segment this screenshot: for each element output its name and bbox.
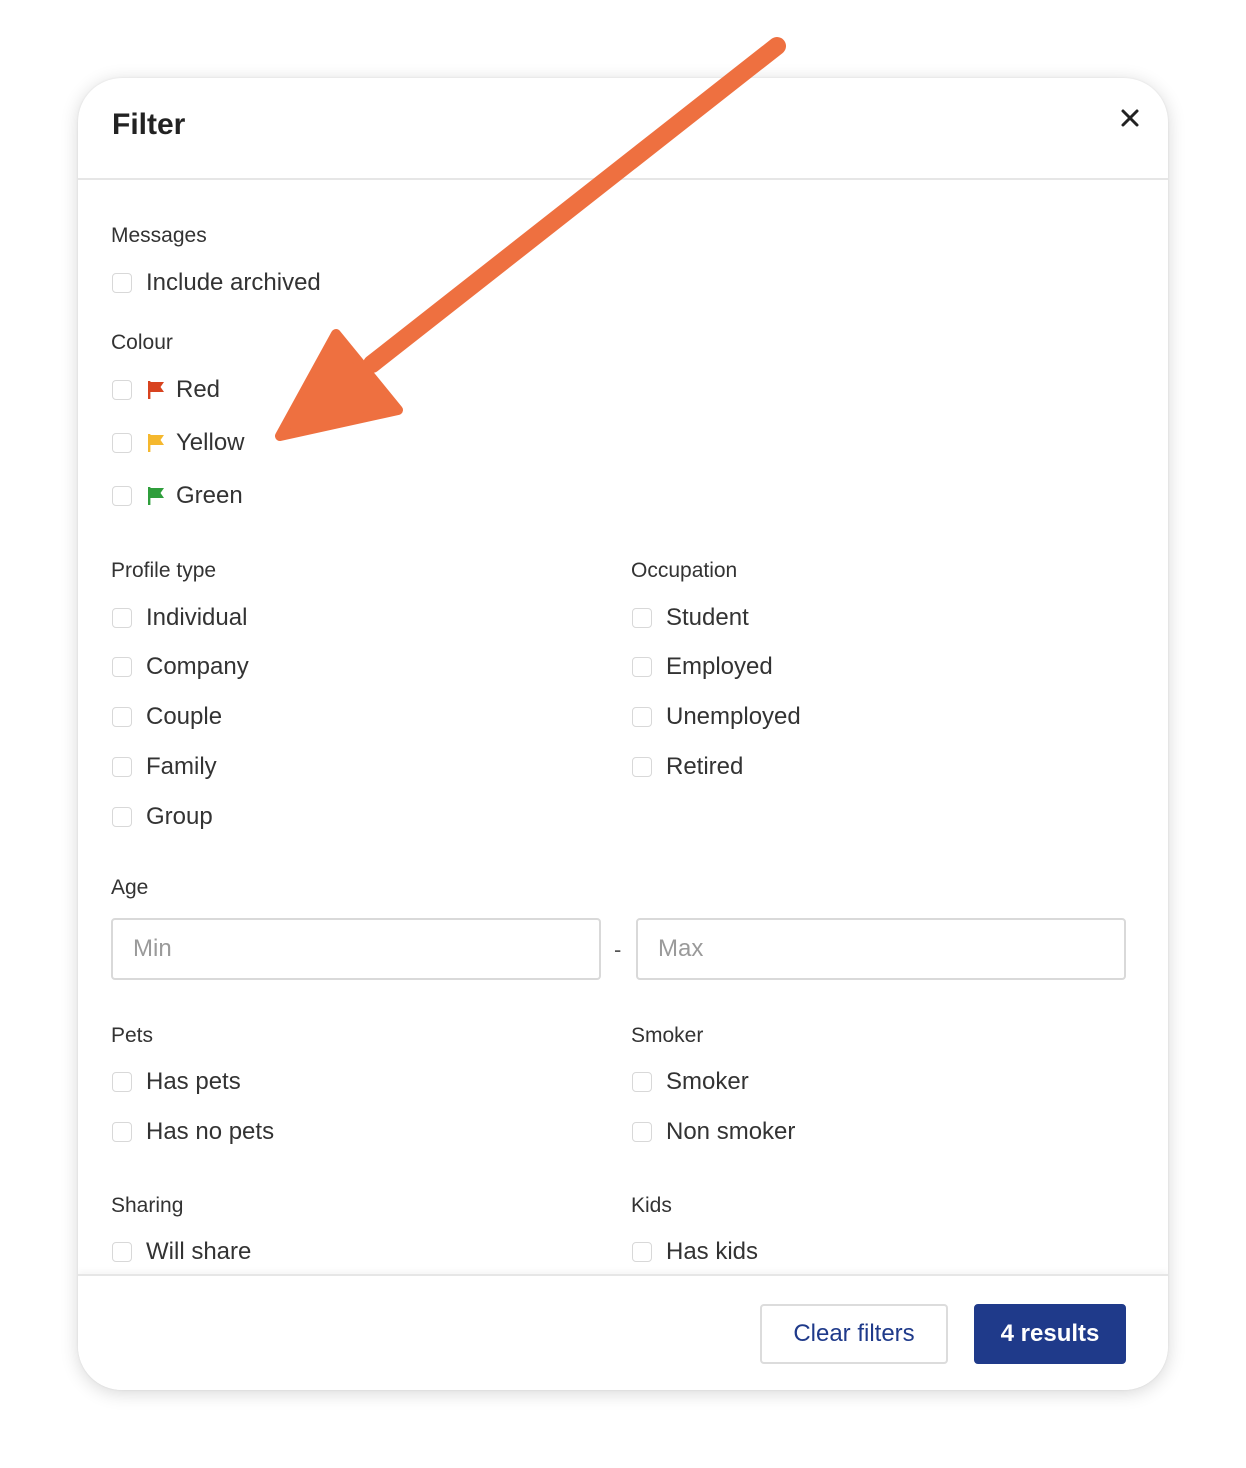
checkbox-box[interactable]	[112, 486, 132, 506]
checkbox-label: Couple	[146, 703, 223, 730]
checkbox-occupation-retired[interactable]: Retired	[632, 752, 743, 782]
close-button[interactable]	[1114, 102, 1146, 134]
checkbox-box[interactable]	[112, 380, 132, 400]
age-max-input[interactable]	[636, 918, 1126, 980]
checkbox-label: Family	[146, 753, 217, 780]
checkbox-colour-red[interactable]: Red	[112, 375, 220, 405]
checkbox-label: Non smoker	[666, 1118, 796, 1145]
checkbox-box[interactable]	[632, 1122, 652, 1142]
checkbox-box[interactable]	[112, 757, 132, 777]
checkbox-label: Employed	[666, 653, 773, 680]
checkbox-box[interactable]	[632, 657, 652, 677]
checkbox-has-pets[interactable]: Has pets	[112, 1067, 241, 1097]
checkbox-profile-company[interactable]: Company	[112, 652, 249, 682]
section-label-pets: Pets	[111, 1024, 154, 1047]
checkbox-box[interactable]	[112, 707, 132, 727]
checkbox-box[interactable]	[112, 807, 132, 827]
section-label-profile-type: Profile type	[111, 559, 217, 582]
checkbox-colour-yellow[interactable]: Yellow	[112, 428, 245, 458]
checkbox-has-kids[interactable]: Has kids	[632, 1237, 758, 1267]
filter-modal: Filter Messages Include archived Colour …	[78, 78, 1168, 1390]
checkbox-label: Unemployed	[666, 703, 801, 730]
results-button[interactable]: 4 results	[974, 1304, 1126, 1364]
checkbox-will-share[interactable]: Will share	[112, 1237, 251, 1267]
checkbox-label: Will share	[146, 1238, 252, 1265]
checkbox-box[interactable]	[632, 1072, 652, 1092]
checkbox-label: Smoker	[666, 1068, 749, 1095]
checkbox-box[interactable]	[112, 1122, 132, 1142]
modal-body[interactable]: Messages Include archived Colour Red Yel…	[78, 180, 1168, 1274]
checkbox-label: Individual	[146, 604, 248, 631]
section-label-smoker: Smoker	[631, 1024, 704, 1047]
checkbox-occupation-employed[interactable]: Employed	[632, 652, 773, 682]
checkbox-box[interactable]	[112, 273, 132, 293]
close-icon	[1121, 109, 1139, 127]
checkbox-occupation-unemployed[interactable]: Unemployed	[632, 702, 801, 732]
checkbox-label: Group	[146, 803, 213, 830]
section-label-sharing: Sharing	[111, 1194, 184, 1217]
green-flag-icon	[148, 487, 164, 505]
red-flag-icon	[148, 381, 164, 399]
clear-filters-button[interactable]: Clear filters	[760, 1304, 948, 1364]
checkbox-occupation-student[interactable]: Student	[632, 603, 749, 633]
checkbox-non-smoker[interactable]: Non smoker	[632, 1117, 795, 1147]
checkbox-box[interactable]	[112, 608, 132, 628]
checkbox-box[interactable]	[632, 757, 652, 777]
checkbox-profile-couple[interactable]: Couple	[112, 702, 222, 732]
checkbox-label: Student	[666, 604, 749, 631]
section-label-occupation: Occupation	[631, 559, 738, 582]
checkbox-box[interactable]	[112, 657, 132, 677]
checkbox-profile-family[interactable]: Family	[112, 752, 217, 782]
checkbox-label: Company	[146, 653, 249, 680]
section-label-age: Age	[111, 876, 149, 899]
checkbox-profile-individual[interactable]: Individual	[112, 603, 247, 633]
checkbox-label: Retired	[666, 753, 744, 780]
checkbox-box[interactable]	[112, 1242, 132, 1262]
modal-header: Filter	[78, 78, 1168, 180]
checkbox-box[interactable]	[112, 1072, 132, 1092]
checkbox-include-archived[interactable]: Include archived	[112, 268, 321, 298]
section-label-colour: Colour	[111, 331, 173, 354]
checkbox-box[interactable]	[632, 1242, 652, 1262]
checkbox-has-no-pets[interactable]: Has no pets	[112, 1117, 274, 1147]
checkbox-box[interactable]	[112, 433, 132, 453]
age-min-input[interactable]	[111, 918, 601, 980]
section-label-kids: Kids	[631, 1194, 672, 1217]
yellow-flag-icon	[148, 434, 164, 452]
checkbox-label: Green	[176, 482, 243, 509]
checkbox-smoker[interactable]: Smoker	[632, 1067, 749, 1097]
checkbox-colour-green[interactable]: Green	[112, 481, 243, 511]
checkbox-profile-group[interactable]: Group	[112, 802, 213, 832]
checkbox-label: Has pets	[146, 1068, 241, 1095]
checkbox-box[interactable]	[632, 608, 652, 628]
checkbox-label: Red	[176, 376, 221, 403]
section-label-messages: Messages	[111, 224, 207, 247]
checkbox-box[interactable]	[632, 707, 652, 727]
modal-title: Filter	[112, 108, 186, 141]
checkbox-label: Yellow	[176, 429, 245, 456]
checkbox-label: Has no pets	[146, 1118, 275, 1145]
age-range-separator: -	[614, 937, 622, 962]
checkbox-label: Include archived	[146, 269, 321, 296]
checkbox-label: Has kids	[666, 1238, 759, 1265]
modal-footer: Clear filters 4 results	[78, 1274, 1168, 1390]
